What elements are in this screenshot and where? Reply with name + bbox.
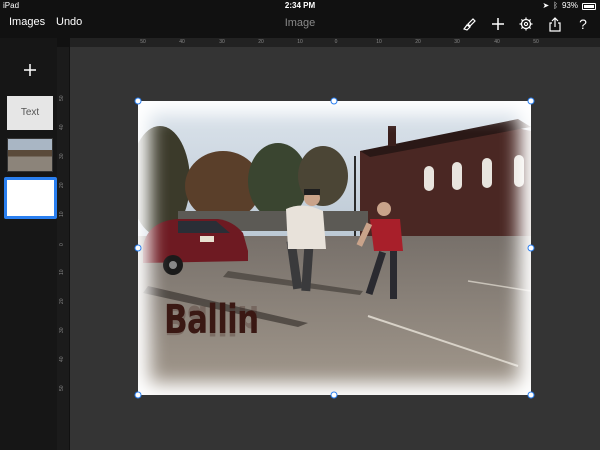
resize-handle-top[interactable] — [330, 97, 338, 105]
resize-handle-left[interactable] — [134, 244, 142, 252]
status-bar: iPad 2:34 PM ➤ ᛒ 93% — [0, 0, 600, 12]
resize-handle-bottom-right[interactable] — [527, 391, 535, 399]
ruler-tick: 10 — [297, 39, 303, 45]
share-icon[interactable] — [546, 15, 564, 33]
horizontal-ruler: 50 40 30 20 10 0 10 20 30 40 50 — [70, 38, 600, 47]
ruler-tick: 10 — [376, 39, 382, 45]
slide-thumbnail-selected[interactable] — [4, 177, 57, 219]
document-title: Image — [284, 17, 316, 29]
slide-sidebar: Text — [0, 38, 57, 450]
slide-thumbnail-photo[interactable] — [7, 138, 53, 172]
clock: 2:34 PM — [284, 1, 316, 10]
ruler-tick: 40 — [59, 356, 65, 362]
caption-reflection: Ballin — [164, 296, 259, 342]
bluetooth-icon: ᛒ — [553, 1, 558, 10]
ruler-tick: 40 — [494, 39, 500, 45]
ruler-tick: 50 — [59, 95, 65, 101]
ruler-tick: 30 — [59, 153, 65, 159]
plus-icon[interactable] — [489, 15, 507, 33]
ruler-tick: 50 — [140, 39, 146, 45]
ruler-tick: 40 — [59, 124, 65, 130]
ruler-tick: 30 — [454, 39, 460, 45]
photo — [138, 101, 531, 395]
ruler-tick: 20 — [59, 298, 65, 304]
location-icon: ➤ — [542, 1, 550, 10]
ruler-tick: 20 — [59, 182, 65, 188]
status-right: ➤ ᛒ 93% — [542, 0, 596, 12]
ruler-tick: 50 — [59, 385, 65, 391]
resize-handle-bottom[interactable] — [330, 391, 338, 399]
ruler-tick: 0 — [334, 39, 338, 45]
resize-handle-top-left[interactable] — [134, 97, 142, 105]
battery-percent: 93% — [561, 1, 578, 10]
resize-handle-top-right[interactable] — [527, 97, 535, 105]
ruler-tick: 20 — [415, 39, 421, 45]
paintbrush-icon[interactable] — [460, 15, 478, 33]
ruler-tick: 10 — [59, 211, 65, 217]
ruler-tick: 30 — [59, 327, 65, 333]
ruler-tick: 0 — [59, 243, 65, 246]
ruler-tick: 50 — [533, 39, 539, 45]
resize-handle-bottom-left[interactable] — [134, 391, 142, 399]
help-icon[interactable]: ? — [574, 15, 592, 33]
battery-icon — [582, 2, 596, 10]
slide-image[interactable]: Ballin Ballin — [134, 97, 535, 399]
ruler-tick: 30 — [219, 39, 225, 45]
resize-handle-right[interactable] — [527, 244, 535, 252]
toolbar: Images Undo Image ? — [0, 12, 600, 38]
gear-icon[interactable] — [517, 15, 535, 33]
ruler-tick: 20 — [258, 39, 264, 45]
ruler-tick: 40 — [179, 39, 185, 45]
ruler-tick: 10 — [59, 269, 65, 275]
slide-thumbnail-text[interactable]: Text — [7, 96, 53, 130]
vertical-ruler: 50 40 30 20 10 0 10 20 30 40 50 — [57, 47, 69, 450]
add-slide-button[interactable] — [20, 60, 40, 80]
